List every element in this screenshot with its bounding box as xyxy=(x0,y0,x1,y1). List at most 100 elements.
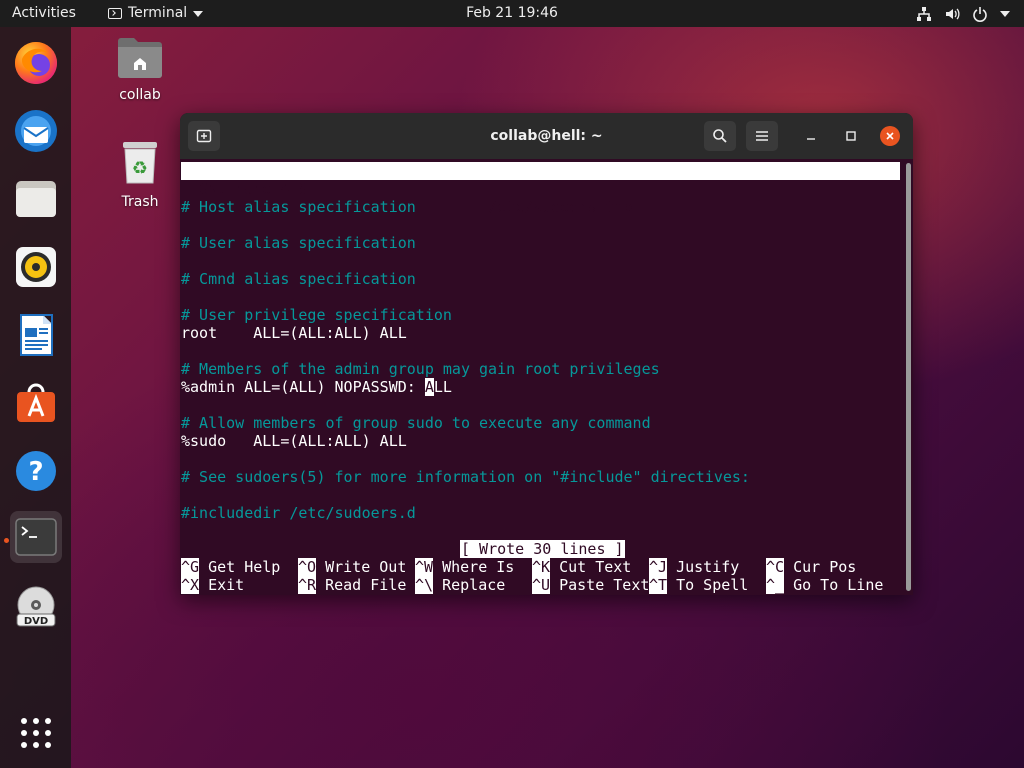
terminal-scrollbar[interactable] xyxy=(906,163,911,591)
terminal-icon xyxy=(15,518,57,556)
desktop-home-folder[interactable]: collab xyxy=(105,35,175,103)
shortcut-key: ^R xyxy=(298,576,317,594)
file-line: # Allow members of group sudo to execute… xyxy=(181,414,651,432)
shortcut-label: Read File xyxy=(316,576,407,594)
activities-button[interactable]: Activities xyxy=(12,0,76,27)
file-line: # User alias specification xyxy=(181,234,416,252)
chevron-down-icon xyxy=(193,10,204,17)
file-line: # Host alias specification xyxy=(181,198,416,216)
shortcut-label: Exit xyxy=(199,576,245,594)
maximize-icon xyxy=(846,131,856,141)
dock-help[interactable]: ? xyxy=(10,445,62,497)
desktop-icon-label: collab xyxy=(119,87,161,103)
running-indicator xyxy=(4,538,9,543)
shortcut-key: ^_ xyxy=(766,576,785,594)
app-menu[interactable]: Terminal xyxy=(108,0,204,27)
file-line: # See sudoers(5) for more information on… xyxy=(181,468,750,486)
help-icon: ? xyxy=(16,451,56,491)
file-line: %sudo ALL=(ALL:ALL) ALL xyxy=(181,432,407,450)
power-icon[interactable] xyxy=(972,6,988,22)
file-line: #includedir /etc/sudoers.d xyxy=(181,504,416,522)
network-icon[interactable] xyxy=(916,6,932,22)
shortcut-exit[interactable]: ^X Exit xyxy=(181,576,244,594)
shortcut-replace[interactable]: ^\ Replace xyxy=(415,576,505,594)
libreoffice-writer-icon xyxy=(20,314,53,356)
nano-header: GNU nano 4.8 /etc/sudoers.tmp xyxy=(181,162,900,216)
dock-dvd[interactable]: DVD xyxy=(10,581,62,633)
rhythmbox-icon xyxy=(16,247,56,287)
status-message: [ Wrote 30 lines ] xyxy=(460,540,625,558)
shortcut-label: Paste Text xyxy=(550,576,650,594)
chevron-down-icon[interactable] xyxy=(1000,10,1010,17)
dock-writer[interactable] xyxy=(10,309,62,361)
dock-thunderbird[interactable] xyxy=(10,105,62,157)
shortcut-label: Where Is xyxy=(433,558,515,576)
shortcut-key: ^X xyxy=(181,576,200,594)
svg-text:♻: ♻ xyxy=(132,158,148,179)
hamburger-menu-button[interactable] xyxy=(746,121,778,151)
shortcut-label: Justify xyxy=(667,558,740,576)
shortcut-get-help[interactable]: ^G Get Help xyxy=(181,558,280,576)
shortcut-read-file[interactable]: ^R Read File xyxy=(298,576,406,594)
file-line-current: %admin ALL=(ALL) NOPASSWD: ALL xyxy=(181,378,452,396)
file-line: # Members of the admin group may gain ro… xyxy=(181,360,660,378)
volume-icon[interactable] xyxy=(944,6,960,22)
line-text: LL xyxy=(433,378,452,396)
text-cursor: A xyxy=(424,378,434,396)
shortcut-key: ^U xyxy=(532,576,551,594)
file-line: # Cmnd alias specification xyxy=(181,270,416,288)
dock: ? DVD xyxy=(0,27,71,768)
shortcut-paste-text[interactable]: ^U Paste Text xyxy=(532,576,649,594)
hamburger-menu-icon xyxy=(756,131,768,141)
shortcut-write-out[interactable]: ^O Write Out xyxy=(298,558,406,576)
desktop-trash[interactable]: ♻ Trash xyxy=(105,140,175,210)
close-icon xyxy=(886,132,894,140)
title-bar[interactable]: collab@hell: ~ xyxy=(180,113,913,159)
dock-files[interactable] xyxy=(10,173,62,225)
shortcut-label: Cut Text xyxy=(550,558,632,576)
clock-label[interactable]: Feb 21 19:46 xyxy=(466,5,558,21)
shortcut-key: ^\ xyxy=(415,576,434,594)
dock-terminal[interactable] xyxy=(10,511,62,563)
svg-text:DVD: DVD xyxy=(24,616,48,627)
file-line: # User privilege specification xyxy=(181,306,452,324)
shortcut-key: ^W xyxy=(415,558,434,576)
desktop-icon-label: Trash xyxy=(121,194,159,210)
shortcut-cur-pos[interactable]: ^C Cur Pos xyxy=(766,558,856,576)
firefox-icon xyxy=(15,42,57,84)
dock-software[interactable] xyxy=(10,377,62,429)
terminal-window[interactable]: collab@hell: ~ GNU nano 4.8 /etc/sudoers… xyxy=(180,113,913,595)
dock-firefox[interactable] xyxy=(10,37,62,89)
minimize-button[interactable] xyxy=(801,126,821,146)
top-bar: Activities Terminal Feb 21 19:46 xyxy=(0,0,1024,27)
home-folder-icon xyxy=(118,38,162,78)
shortcut-key: ^O xyxy=(298,558,317,576)
shortcut-justify[interactable]: ^J Justify xyxy=(649,558,739,576)
shortcut-to-spell[interactable]: ^T To Spell xyxy=(649,576,748,594)
system-tray[interactable] xyxy=(916,0,1010,27)
shortcut-key: ^J xyxy=(649,558,668,576)
shortcut-label: To Spell xyxy=(667,576,749,594)
shortcut-cut-text[interactable]: ^K Cut Text xyxy=(532,558,631,576)
shortcut-go-to-line[interactable]: ^_ Go To Line xyxy=(766,576,883,594)
nano-version: GNU nano 4.8 xyxy=(199,180,308,198)
shortcut-where-is[interactable]: ^W Where Is xyxy=(415,558,514,576)
files-icon xyxy=(16,181,56,217)
terminal-content[interactable]: GNU nano 4.8 /etc/sudoers.tmp # Host ali… xyxy=(180,159,905,595)
line-text: %admin ALL=(ALL) NOPASSWD: xyxy=(181,378,425,396)
shortcut-label: Replace xyxy=(433,576,506,594)
shortcut-key: ^G xyxy=(181,558,200,576)
shortcut-label: Cur Pos xyxy=(784,558,857,576)
shortcut-label: Write Out xyxy=(316,558,407,576)
svg-text:?: ? xyxy=(28,457,43,487)
maximize-button[interactable] xyxy=(841,126,861,146)
dock-rhythmbox[interactable] xyxy=(10,241,62,293)
close-button[interactable] xyxy=(880,126,900,146)
terminal-icon xyxy=(108,8,122,19)
show-applications-button[interactable] xyxy=(10,707,62,759)
dvd-icon: DVD xyxy=(16,586,56,627)
search-button[interactable] xyxy=(704,121,736,151)
trash-icon: ♻ xyxy=(123,142,157,184)
app-grid-icon xyxy=(21,718,51,748)
search-icon xyxy=(713,129,727,143)
